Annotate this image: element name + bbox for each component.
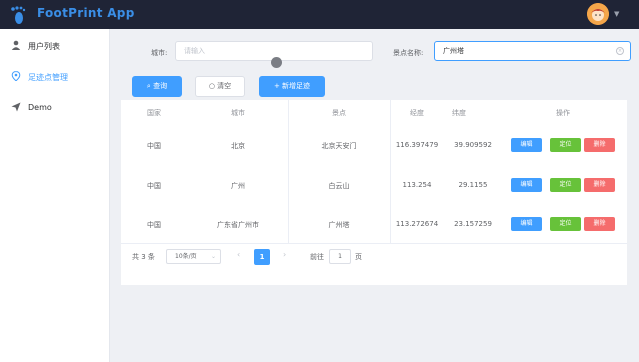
next-page-icon[interactable]: › <box>283 250 286 259</box>
clear-input-icon[interactable]: × <box>616 47 624 55</box>
edit-button[interactable]: 编辑 <box>511 178 542 192</box>
chevron-down-icon[interactable]: ▼ <box>614 10 619 18</box>
goto-page-input[interactable]: 1 <box>329 249 351 264</box>
spot-name-label: 景点名称: <box>393 49 424 57</box>
header-city: 城市 <box>231 109 245 117</box>
sidebar-item-label: 足迹点管理 <box>28 73 68 82</box>
edit-button[interactable]: 编辑 <box>511 138 542 152</box>
edit-button[interactable]: 编辑 <box>511 217 542 231</box>
cell-latitude: 23.157259 <box>454 220 492 228</box>
prev-page-icon[interactable]: ‹ <box>237 250 240 259</box>
cell-longitude: 113.254 <box>402 181 432 189</box>
top-bar: FootPrint App ▼ <box>0 0 639 29</box>
search-button[interactable]: ⌕ 查询 <box>132 76 182 97</box>
refresh-icon: ○ <box>208 82 215 90</box>
sidebar-item-label: 用户列表 <box>28 42 60 51</box>
city-input-placeholder: 请输入 <box>184 47 205 55</box>
city-label: 城市: <box>151 49 168 57</box>
spot-name-input[interactable]: 广州塔 × <box>434 41 631 61</box>
header-latitude: 纬度 <box>452 109 466 117</box>
delete-button[interactable]: 删除 <box>584 178 615 192</box>
page-size-value: 10条/页 <box>175 253 197 260</box>
goto-prefix: 前往 <box>310 253 324 261</box>
header-longitude: 经度 <box>410 109 424 117</box>
delete-button[interactable]: 删除 <box>584 217 615 231</box>
send-icon <box>11 102 21 112</box>
cell-spot: 白云山 <box>328 182 350 190</box>
cell-city: 广州 <box>231 182 245 190</box>
goto-page-value: 1 <box>338 253 342 260</box>
search-button-label: 查询 <box>153 82 168 90</box>
cell-country: 中国 <box>147 142 161 150</box>
spot-name-value: 广州塔 <box>443 47 464 55</box>
cell-spot: 北京天安门 <box>321 142 357 150</box>
sidebar-item-user-list[interactable]: 用户列表 <box>0 31 109 61</box>
add-footprint-button[interactable]: + 新增足迹 <box>259 76 325 97</box>
add-button-label: 新增足迹 <box>282 82 311 90</box>
delete-button[interactable]: 删除 <box>584 138 615 152</box>
cell-longitude: 116.397479 <box>395 141 439 149</box>
column-divider <box>390 100 391 243</box>
column-divider <box>288 100 289 243</box>
cell-country: 中国 <box>147 221 161 229</box>
mouse-cursor <box>271 57 282 68</box>
table-bottom-border <box>121 243 627 244</box>
header-operations: 操作 <box>556 109 570 117</box>
cell-spot: 广州塔 <box>328 221 350 229</box>
pagination-total: 共 3 条 <box>132 253 155 261</box>
locate-button[interactable]: 定位 <box>550 217 581 231</box>
cell-country: 中国 <box>147 182 161 190</box>
sidebar-item-label: Demo <box>28 103 52 112</box>
cell-city: 广东省广州市 <box>217 221 259 229</box>
avatar-face-icon <box>587 3 609 25</box>
cell-city: 北京 <box>231 142 245 150</box>
location-pin-icon <box>11 71 21 81</box>
sidebar-item-footprint-management[interactable]: 足迹点管理 <box>0 62 109 92</box>
locate-button[interactable]: 定位 <box>550 138 581 152</box>
locate-button[interactable]: 定位 <box>550 178 581 192</box>
footprint-logo-icon <box>11 6 26 24</box>
cell-latitude: 39.909592 <box>454 141 492 149</box>
sidebar: 用户列表 足迹点管理 Demo <box>0 29 110 362</box>
app-title: FootPrint App <box>37 6 135 20</box>
cell-latitude: 29.1155 <box>458 181 488 189</box>
header-spot: 景点 <box>332 109 346 117</box>
chevron-down-icon: ⌄ <box>210 253 216 260</box>
user-icon <box>11 40 21 50</box>
current-page[interactable]: 1 <box>254 249 270 265</box>
cell-longitude: 113.272674 <box>395 220 439 228</box>
header-country: 国家 <box>147 109 161 117</box>
sidebar-item-demo[interactable]: Demo <box>0 93 109 123</box>
avatar[interactable] <box>587 3 609 25</box>
clear-button-label: 清空 <box>217 82 232 90</box>
goto-suffix: 页 <box>355 253 362 261</box>
search-icon: ⌕ <box>146 82 151 90</box>
clear-button[interactable]: ○ 清空 <box>195 76 245 97</box>
plus-icon: + <box>273 82 280 90</box>
page-size-select[interactable]: 10条/页 ⌄ <box>166 249 221 264</box>
